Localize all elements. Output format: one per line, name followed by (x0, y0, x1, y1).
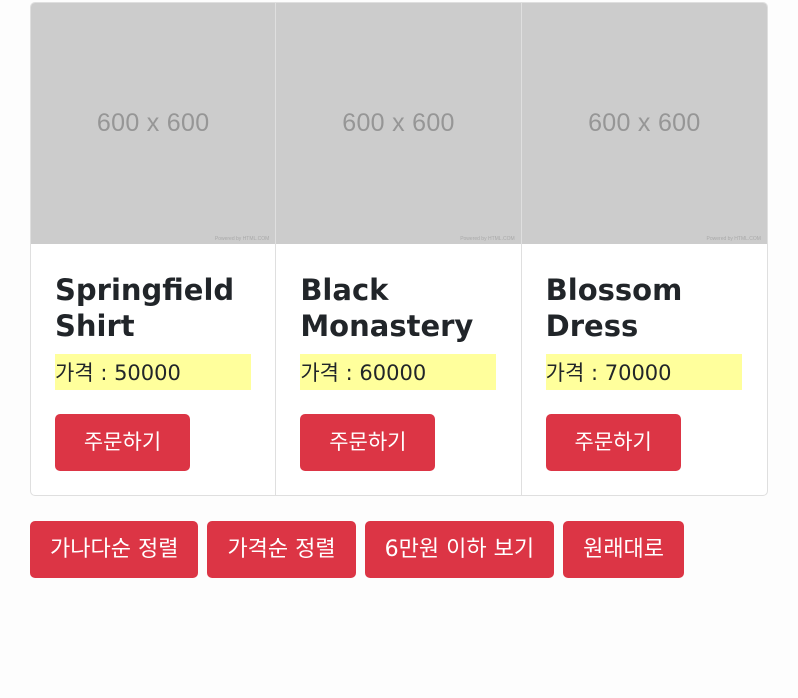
product-title: Black Monastery (300, 272, 496, 344)
image-credit: Powered by HTML.COM (460, 236, 515, 242)
card-body: Springfield Shirt 가격 : 50000 주문하기 (31, 244, 275, 495)
product-card: 600 x 600 Powered by HTML.COM Black Mona… (276, 3, 522, 495)
card-body: Black Monastery 가격 : 60000 주문하기 (276, 244, 520, 495)
image-placeholder-text: 600 x 600 (588, 109, 701, 137)
image-credit: Powered by HTML.COM (214, 236, 270, 242)
product-card-group: 600 x 600 Powered by HTML.COM Springfiel… (30, 2, 768, 496)
reset-button[interactable]: 원래대로 (563, 521, 685, 578)
product-title-line1: Black (300, 273, 389, 307)
order-button[interactable]: 주문하기 (300, 414, 436, 471)
product-price: 가격 : 60000 (300, 354, 497, 390)
image-credit: Powered by HTML.COM (706, 236, 761, 242)
product-image: 600 x 600 Powered by HTML.COM (276, 3, 521, 244)
product-title-line1: Springfield (55, 273, 235, 307)
image-placeholder-text: 600 x 600 (96, 109, 210, 137)
sort-filter-controls: 가나다순 정렬 가격순 정렬 6만원 이하 보기 원래대로 (30, 521, 685, 578)
product-card: 600 x 600 Powered by HTML.COM Blossom Dr… (521, 3, 767, 495)
filter-under-60000-button[interactable]: 6만원 이하 보기 (364, 521, 555, 578)
sort-by-price-button[interactable]: 가격순 정렬 (207, 521, 356, 578)
product-card: 600 x 600 Powered by HTML.COM Springfiel… (31, 3, 277, 495)
product-title-line2: Monastery (300, 309, 474, 343)
product-title: Blossom Dress (546, 272, 743, 344)
product-title: Springfield Shirt (55, 272, 251, 344)
product-image: 600 x 600 Powered by HTML.COM (521, 3, 767, 244)
product-title-line1: Blossom (545, 273, 683, 307)
image-placeholder-text: 600 x 600 (342, 109, 455, 137)
product-title-line2: Dress (545, 309, 639, 343)
card-body: Blossom Dress 가격 : 70000 주문하기 (522, 244, 767, 495)
product-price: 가격 : 70000 (545, 354, 742, 390)
sort-by-name-button[interactable]: 가나다순 정렬 (30, 521, 199, 578)
product-title-line2: Shirt (55, 309, 135, 343)
order-button[interactable]: 주문하기 (55, 414, 190, 471)
order-button[interactable]: 주문하기 (545, 414, 681, 471)
product-image: 600 x 600 Powered by HTML.COM (31, 3, 276, 244)
product-price: 가격 : 50000 (55, 354, 251, 390)
